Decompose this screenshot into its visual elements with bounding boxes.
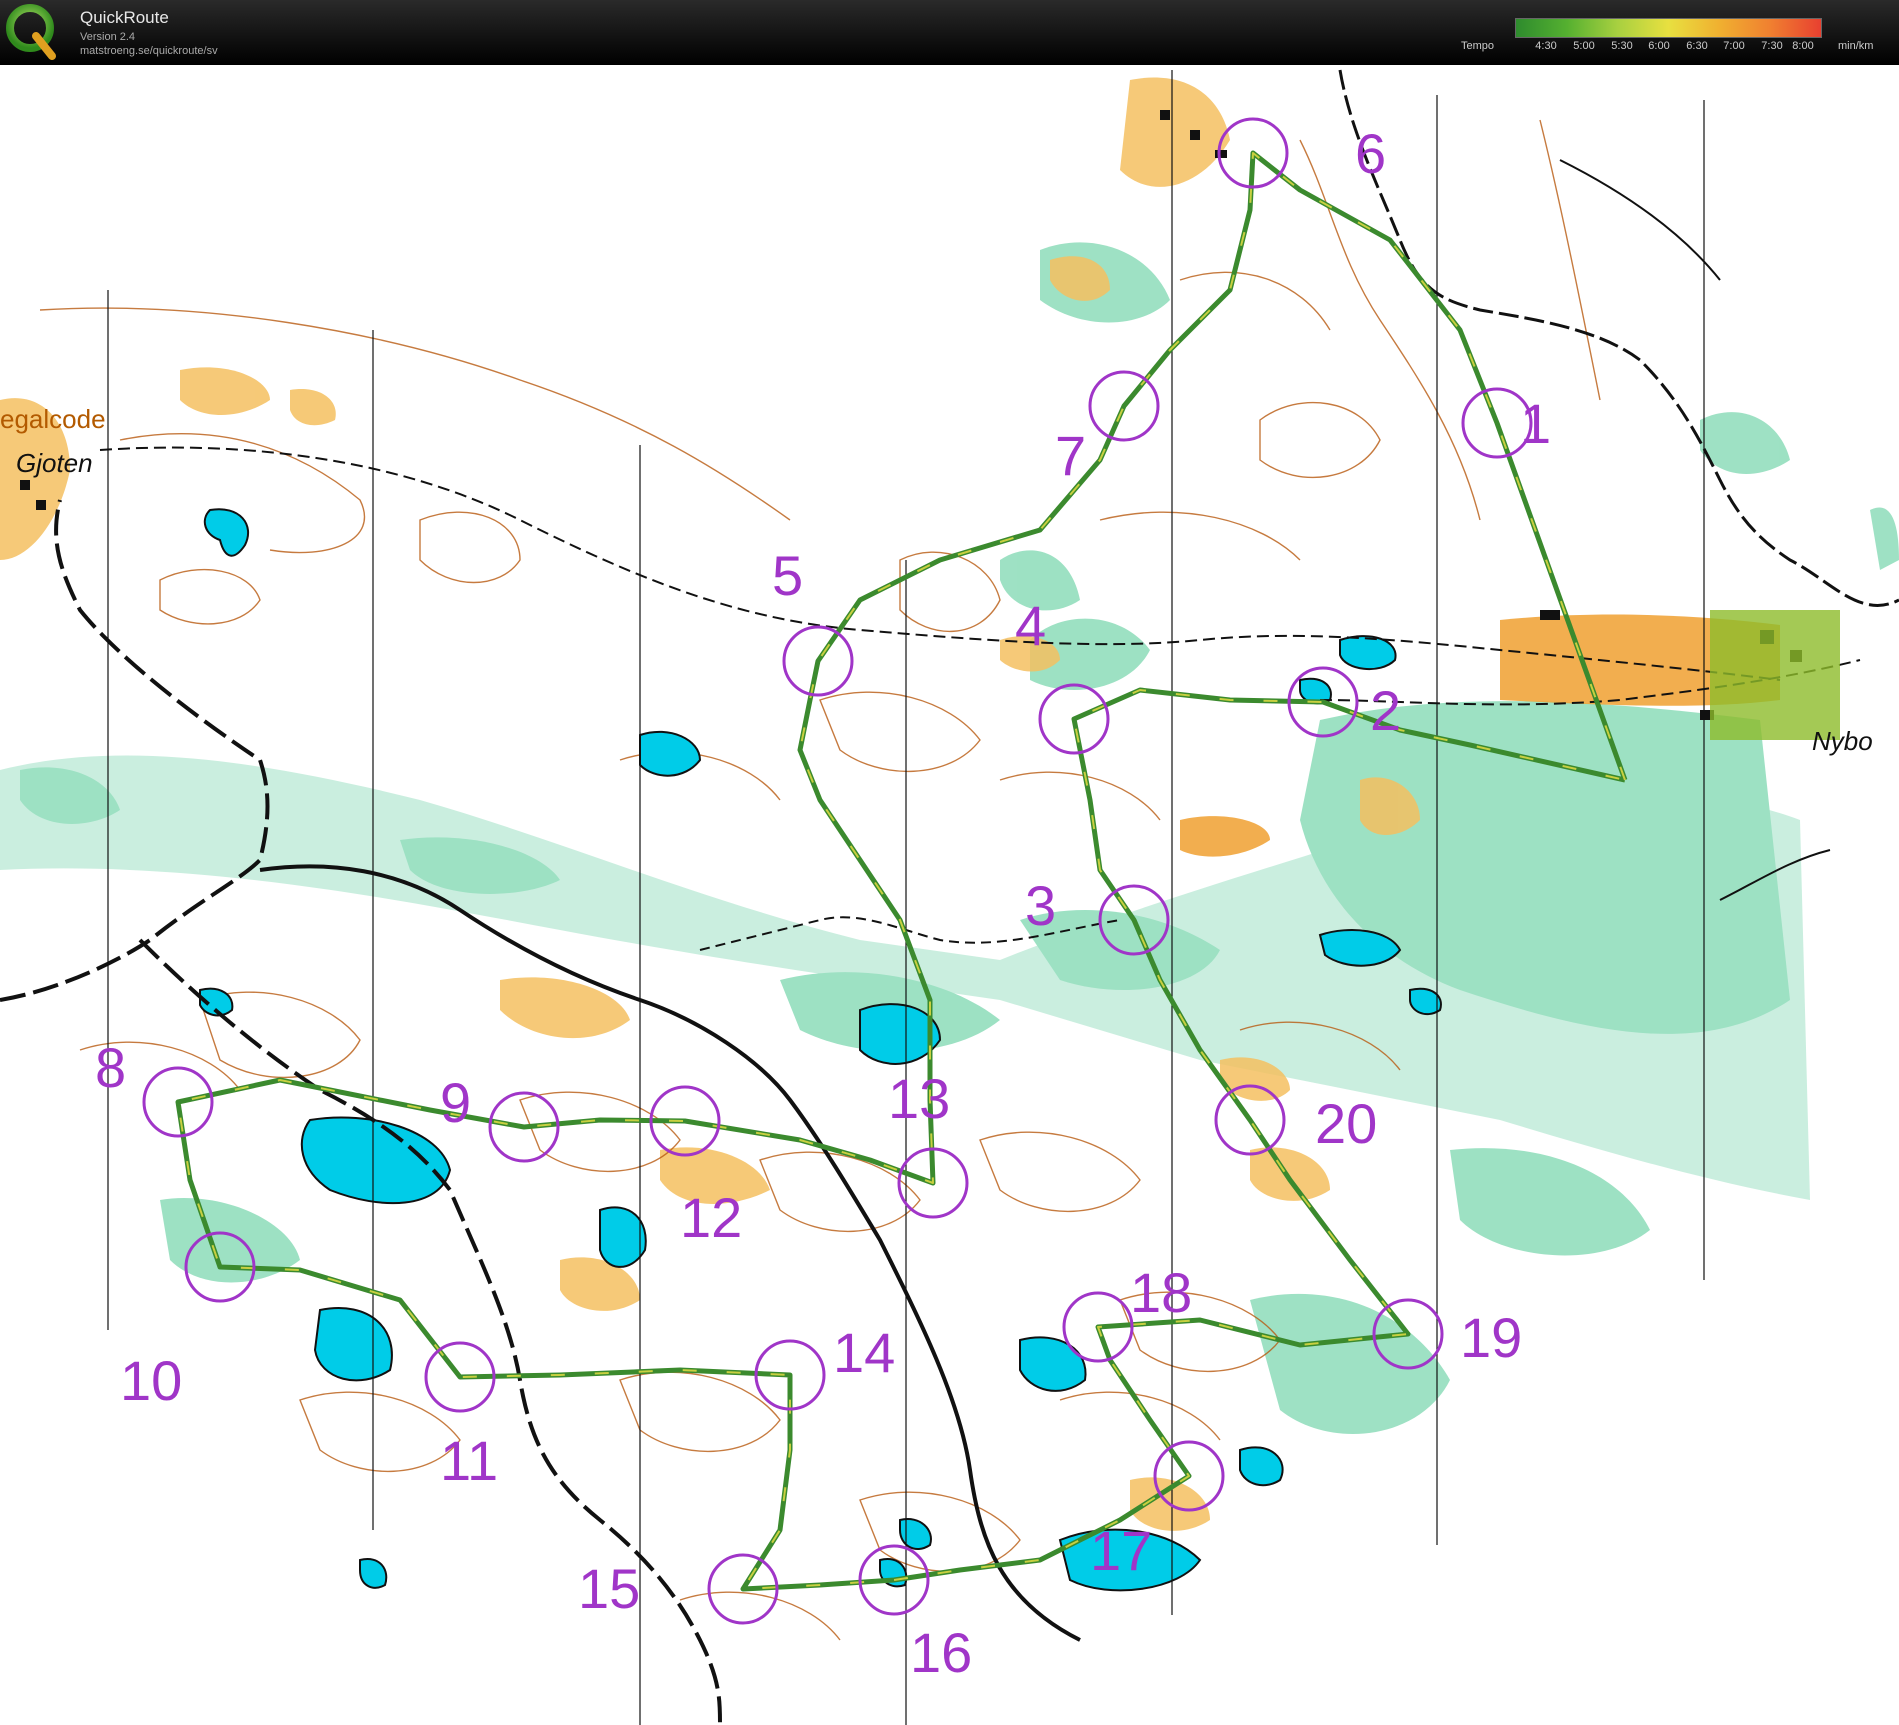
control-number: 20 <box>1315 1092 1377 1155</box>
control-number: 7 <box>1055 424 1086 487</box>
app-version: Version 2.4 <box>80 31 136 43</box>
control-number: 1 <box>1520 392 1551 455</box>
control-number: 2 <box>1370 679 1401 742</box>
control-number: 3 <box>1025 874 1056 937</box>
control-number: 9 <box>440 1071 471 1134</box>
tempo-gradient <box>1516 19 1821 37</box>
quickroute-window: QuickRoute Version 2.4 matstroeng.se/qui… <box>0 0 1899 1725</box>
tempo-tick: 5:00 <box>1573 40 1595 52</box>
tempo-label: Tempo <box>1461 40 1495 52</box>
control-number: 14 <box>833 1321 895 1384</box>
app-name: QuickRoute <box>80 8 169 27</box>
place-name-nybo: Nybo <box>1812 726 1873 756</box>
app-url: matstroeng.se/quickroute/sv <box>80 45 218 57</box>
header-bar: QuickRoute Version 2.4 matstroeng.se/qui… <box>0 0 1899 65</box>
control-number: 6 <box>1355 122 1386 185</box>
tempo-tick: 8:00 <box>1792 40 1814 52</box>
tempo-tick: 7:30 <box>1761 40 1783 52</box>
control-number: 18 <box>1130 1261 1192 1324</box>
place-name-legalcode: egalcode <box>0 404 106 434</box>
tempo-scale-bar <box>1515 18 1822 38</box>
control-number: 15 <box>578 1557 640 1620</box>
tempo-tick: 5:30 <box>1611 40 1633 52</box>
tempo-tick: 4:30 <box>1535 40 1557 52</box>
tempo-tick: 7:00 <box>1723 40 1745 52</box>
orchard-area <box>1710 610 1840 740</box>
tempo-unit: min/km <box>1838 40 1874 52</box>
control-number: 11 <box>440 1429 498 1492</box>
orienteering-map[interactable]: 1234567891011121314151617181920 Gjoten e… <box>0 65 1899 1725</box>
control-number: 13 <box>888 1067 950 1130</box>
tempo-tick: 6:30 <box>1686 40 1708 52</box>
control-number: 19 <box>1460 1306 1522 1369</box>
control-number: 4 <box>1015 594 1046 657</box>
control-number: 12 <box>680 1186 742 1249</box>
control-number: 17 <box>1090 1519 1152 1582</box>
place-name-gjoten: Gjoten <box>16 448 93 478</box>
tempo-tick: 6:00 <box>1648 40 1670 52</box>
control-number: 16 <box>910 1621 972 1684</box>
quickroute-logo-icon <box>6 4 56 60</box>
control-number: 5 <box>772 544 803 607</box>
control-number: 10 <box>120 1349 182 1412</box>
control-number: 8 <box>95 1036 126 1099</box>
